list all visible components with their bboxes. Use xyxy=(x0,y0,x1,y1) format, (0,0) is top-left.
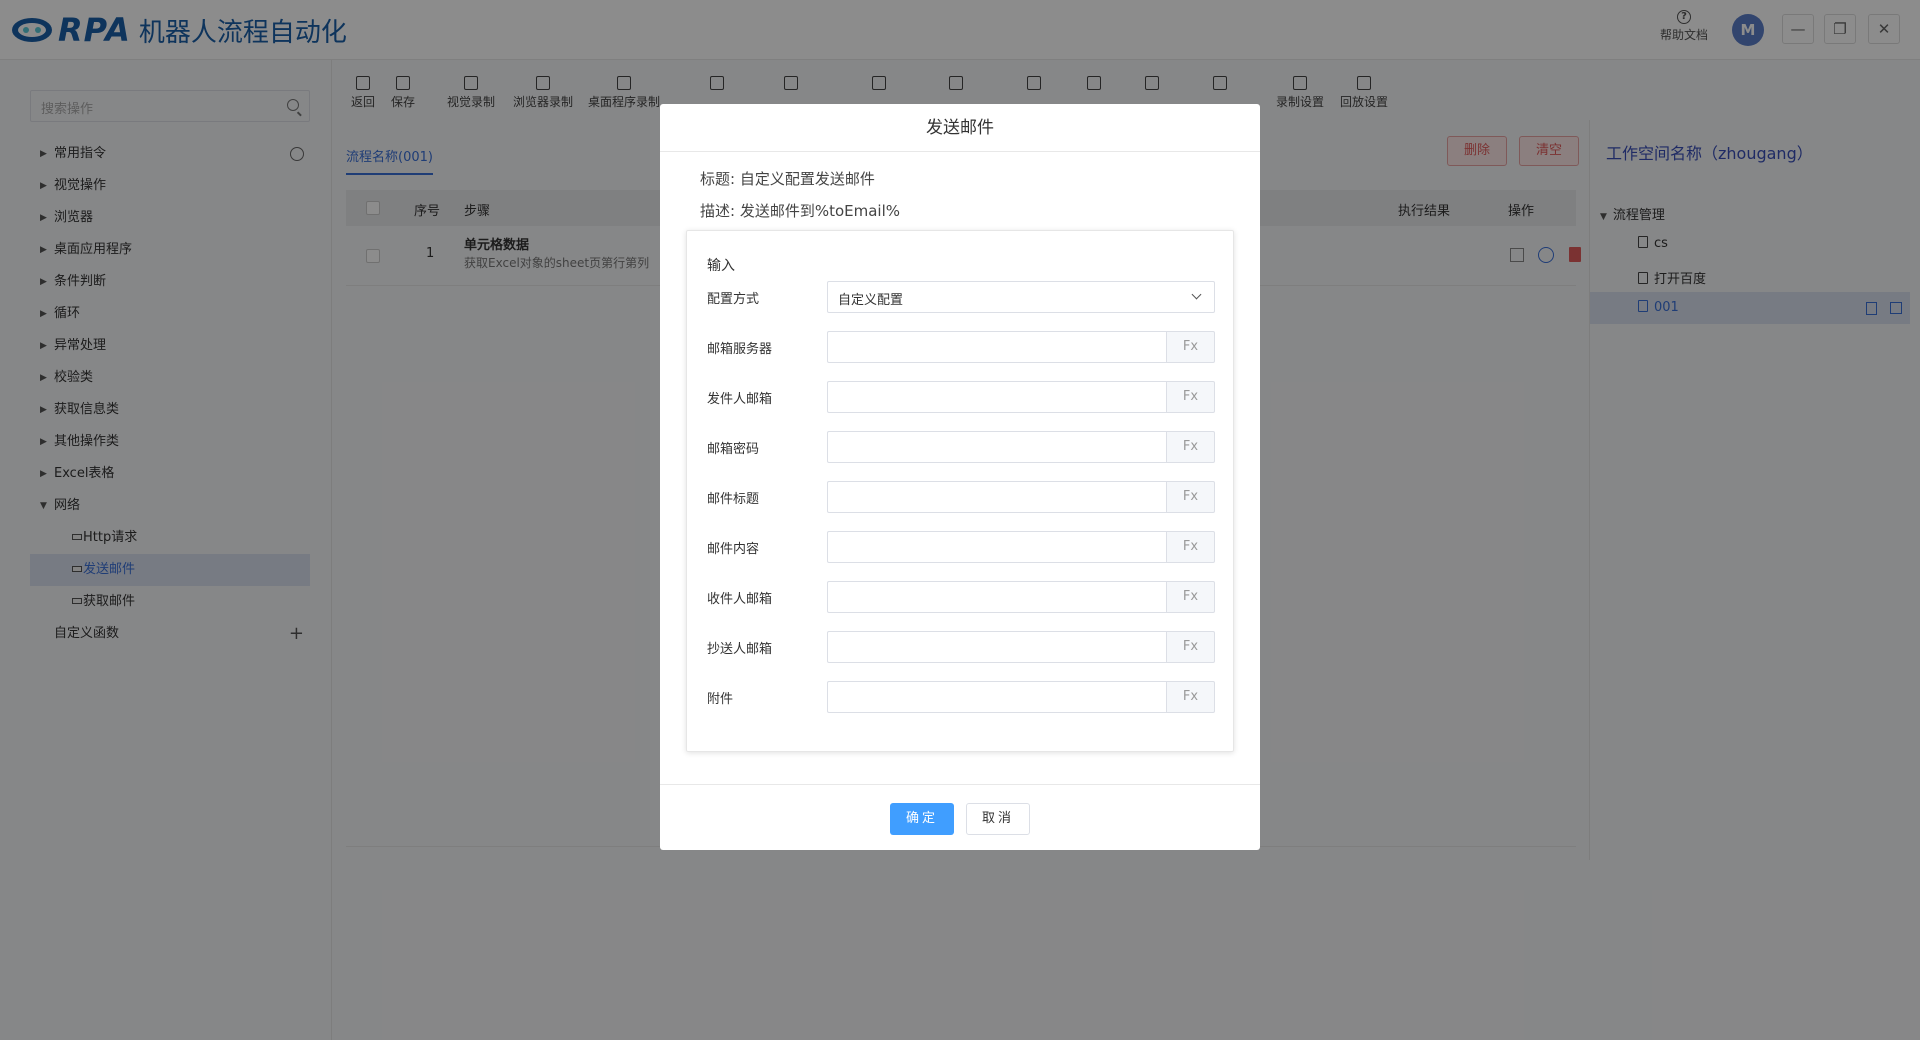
fx-button[interactable]: Fx xyxy=(1166,581,1215,613)
meta-label: 描述: xyxy=(700,202,736,220)
fx-button[interactable]: Fx xyxy=(1166,331,1215,363)
config-method-row: 配置方式 自定义配置 xyxy=(707,281,1217,313)
fx-button[interactable]: Fx xyxy=(1166,531,1215,563)
input-card: 输入 配置方式 自定义配置 邮箱服务器 Fx 发件人邮箱 Fx 邮箱密码 Fx … xyxy=(686,230,1234,752)
field-label: 邮箱密码 xyxy=(707,442,760,457)
meta-value: 发送邮件到%toEmail% xyxy=(739,202,901,220)
confirm-button[interactable]: 确定 xyxy=(890,803,954,835)
meta-value: 自定义配置发送邮件 xyxy=(739,170,875,188)
cc-email-input[interactable] xyxy=(827,631,1167,663)
field-label: 配置方式 xyxy=(707,292,760,307)
field-label: 邮箱服务器 xyxy=(707,342,773,357)
dialog-meta-title: 标题: 自定义配置发送邮件 xyxy=(700,168,875,189)
mail-subject-input[interactable] xyxy=(827,481,1167,513)
field-label: 附件 xyxy=(707,692,734,707)
fx-button[interactable]: Fx xyxy=(1166,631,1215,663)
fx-button[interactable]: Fx xyxy=(1166,381,1215,413)
mail-password-input[interactable] xyxy=(827,431,1167,463)
field-row-mail-content: 邮件内容 Fx xyxy=(707,531,1217,563)
field-row-cc-email: 抄送人邮箱 Fx xyxy=(707,631,1217,663)
select-value: 自定义配置 xyxy=(838,293,904,308)
recipient-email-input[interactable] xyxy=(827,581,1167,613)
field-row-mail-subject: 邮件标题 Fx xyxy=(707,481,1217,513)
dialog-footer-divider xyxy=(660,784,1260,785)
chevron-down-icon xyxy=(1191,289,1202,300)
section-label-input: 输入 xyxy=(707,258,735,274)
field-label: 发件人邮箱 xyxy=(707,392,773,407)
sender-email-input[interactable] xyxy=(827,381,1167,413)
attachment-input[interactable] xyxy=(827,681,1167,713)
field-label: 邮件标题 xyxy=(707,492,760,507)
fx-button[interactable]: Fx xyxy=(1166,481,1215,513)
send-email-dialog: 发送邮件 标题: 自定义配置发送邮件 描述: 发送邮件到%toEmail% 输入… xyxy=(660,104,1260,850)
fx-button[interactable]: Fx xyxy=(1166,431,1215,463)
fx-button[interactable]: Fx xyxy=(1166,681,1215,713)
mail-server-input[interactable] xyxy=(827,331,1167,363)
dialog-title: 发送邮件 xyxy=(660,104,1260,152)
field-row-sender-email: 发件人邮箱 Fx xyxy=(707,381,1217,413)
field-row-attachment: 附件 Fx xyxy=(707,681,1217,713)
field-row-recipient-email: 收件人邮箱 Fx xyxy=(707,581,1217,613)
field-row-mail-password: 邮箱密码 Fx xyxy=(707,431,1217,463)
dialog-meta-desc: 描述: 发送邮件到%toEmail% xyxy=(700,200,900,221)
config-method-select[interactable]: 自定义配置 xyxy=(827,281,1215,313)
field-label: 邮件内容 xyxy=(707,542,760,557)
cancel-button[interactable]: 取消 xyxy=(966,803,1030,835)
mail-content-input[interactable] xyxy=(827,531,1167,563)
field-row-mail-server: 邮箱服务器 Fx xyxy=(707,331,1217,363)
field-label: 收件人邮箱 xyxy=(707,592,773,607)
meta-label: 标题: xyxy=(700,170,736,188)
field-label: 抄送人邮箱 xyxy=(707,642,773,657)
